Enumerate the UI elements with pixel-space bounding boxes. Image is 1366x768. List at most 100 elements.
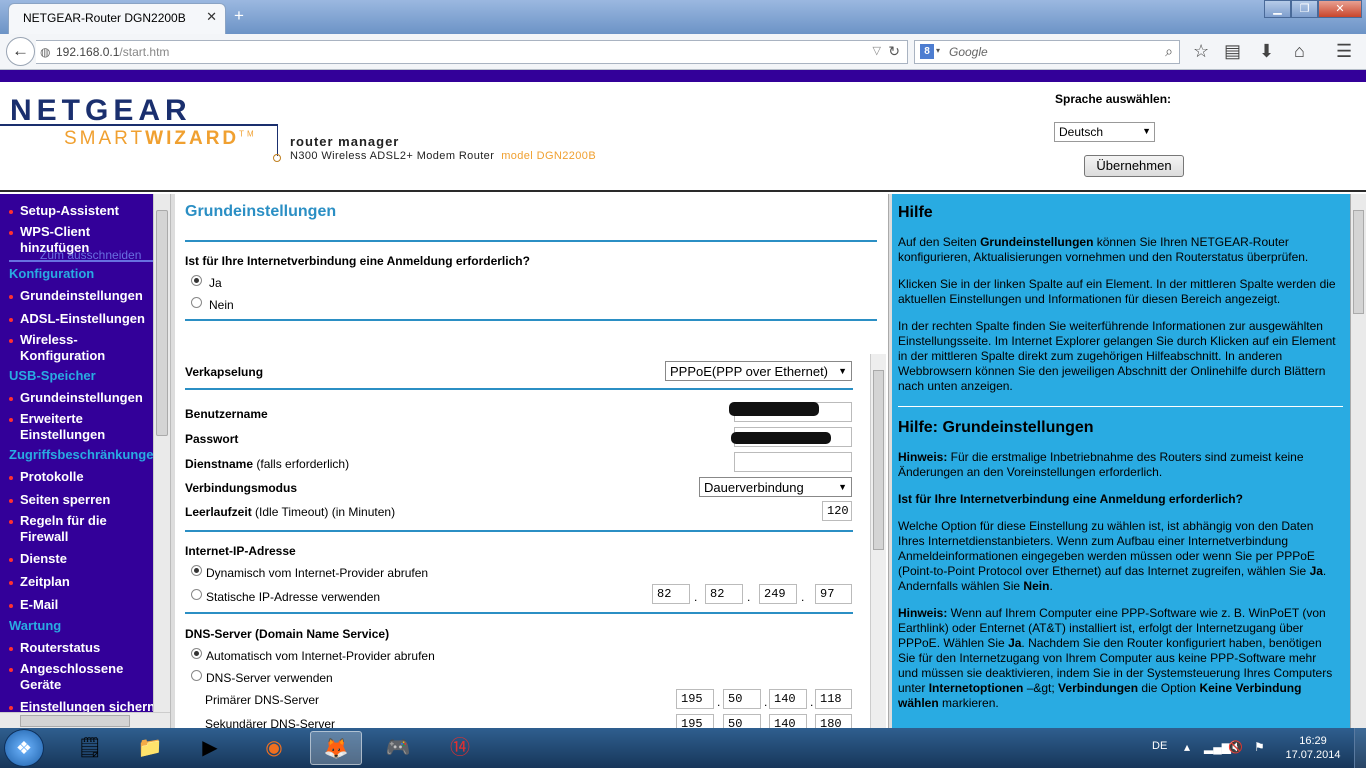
- dns-auto-radio[interactable]: [191, 648, 202, 659]
- ip-octet-4[interactable]: 97: [815, 584, 852, 604]
- ip-dot: .: [810, 695, 814, 709]
- main-scrollbar[interactable]: [870, 354, 886, 728]
- browser-tab[interactable]: NETGEAR-Router DGN2200B ✕: [8, 3, 226, 34]
- login-no-radio[interactable]: [191, 297, 202, 308]
- bullet-icon: [9, 210, 13, 214]
- minimize-icon[interactable]: ▁: [1264, 0, 1291, 18]
- start-button[interactable]: ❖: [4, 729, 44, 767]
- home-icon[interactable]: ⌂: [1294, 41, 1305, 62]
- login-question: Ist für Ihre Internetverbindung eine Anm…: [185, 254, 530, 268]
- globe-icon: ◍: [40, 45, 51, 59]
- origin-icon[interactable]: ◉: [248, 731, 300, 765]
- network-icon[interactable]: ▂▄▆: [1204, 740, 1231, 754]
- maximize-icon[interactable]: ❐: [1291, 0, 1318, 18]
- url-dropdown-icon[interactable]: ▽: [873, 44, 881, 57]
- conn-mode-value: Dauerverbindung: [704, 480, 804, 495]
- menu-item-seiten-sperren[interactable]: Seiten sperren: [9, 492, 153, 508]
- close-window-icon[interactable]: ✕: [1318, 0, 1362, 18]
- help-scrollbar[interactable]: [1350, 194, 1366, 728]
- dns-manual-radio[interactable]: [191, 670, 202, 681]
- download-icon[interactable]: ⬇: [1259, 41, 1274, 62]
- ip-static-radio[interactable]: [191, 589, 202, 600]
- idle-input[interactable]: 120: [822, 501, 852, 521]
- window-controls: ▁ ❐ ✕: [1264, 0, 1362, 18]
- menu-item-usb-erweitert[interactable]: Erweiterte Einstellungen: [9, 411, 109, 443]
- menu-item-adsl[interactable]: ADSL-Einstellungen: [9, 311, 153, 327]
- menu-item-routerstatus[interactable]: Routerstatus: [9, 640, 153, 656]
- menu-item-protokolle[interactable]: Protokolle: [9, 469, 153, 485]
- close-tab-icon[interactable]: ✕: [206, 9, 217, 25]
- password-label: Passwort: [185, 432, 239, 446]
- bullet-icon: [9, 647, 13, 651]
- firefox-icon[interactable]: 🦊: [310, 731, 362, 765]
- menu-item-usb-grundeinstellungen[interactable]: Grundeinstellungen: [9, 390, 153, 406]
- dns1-octet-2[interactable]: 50: [723, 689, 761, 709]
- encaps-select[interactable]: PPPoE(PPP over Ethernet) ▼: [665, 361, 852, 381]
- dns1-octet-1[interactable]: 195: [676, 689, 714, 709]
- menu-icon[interactable]: ☰: [1336, 41, 1352, 62]
- scroll-thumb[interactable]: [156, 210, 168, 436]
- menu-section-wartung: Wartung: [9, 618, 62, 633]
- magnifier-icon[interactable]: ⌕: [1165, 43, 1173, 60]
- bullet-icon: [9, 397, 13, 401]
- app-14-icon[interactable]: ⑭: [434, 731, 486, 765]
- dns1-octet-4[interactable]: 118: [815, 689, 852, 709]
- show-desktop-button[interactable]: [1354, 728, 1366, 768]
- search-engine-icon[interactable]: 8: [920, 44, 934, 59]
- bullet-icon: [9, 231, 13, 235]
- left-menu-hscrollbar[interactable]: [0, 712, 170, 728]
- ip-octet-1[interactable]: 82: [652, 584, 690, 604]
- help-paragraph: Klicken Sie in der linken Spalte auf ein…: [898, 277, 1336, 306]
- media-player-icon[interactable]: ▶: [184, 731, 236, 765]
- help-paragraph: Auf den Seiten Grundeinstellungen können…: [898, 235, 1309, 264]
- url-bar[interactable]: ◍ 192.168.0.1/start.htm ▽ ↻: [36, 40, 908, 64]
- scroll-thumb[interactable]: [873, 370, 884, 550]
- menu-item-email[interactable]: E-Mail: [9, 597, 153, 613]
- search-box[interactable]: 8 ▾ Google ⌕: [914, 40, 1180, 64]
- help-title: Hilfe: [898, 204, 933, 221]
- bookmarks-list-icon[interactable]: ▤: [1224, 41, 1241, 62]
- ip-octet-2[interactable]: 82: [705, 584, 743, 604]
- tab-title: NETGEAR-Router DGN2200B: [23, 11, 186, 25]
- clock[interactable]: 16:29 17.07.2014: [1280, 734, 1346, 762]
- ip-octet-3[interactable]: 249: [759, 584, 797, 604]
- tray-expand-icon[interactable]: ▴: [1184, 740, 1190, 754]
- conn-mode-select[interactable]: Dauerverbindung ▼: [699, 477, 852, 497]
- dns2-octet-3[interactable]: 140: [769, 714, 807, 728]
- menu-item-firewall-regeln[interactable]: Regeln für die Firewall: [9, 513, 109, 545]
- file-explorer-icon[interactable]: 📁: [124, 731, 176, 765]
- game-controller-icon[interactable]: 🎮: [372, 731, 424, 765]
- back-arrow-icon[interactable]: ←: [6, 37, 35, 66]
- scroll-thumb[interactable]: [20, 715, 130, 727]
- menu-item-wireless[interactable]: Wireless-Konfiguration: [9, 332, 109, 364]
- dns-manual-label: DNS-Server verwenden: [206, 671, 333, 685]
- menu-item-dienste[interactable]: Dienste: [9, 551, 153, 567]
- volume-muted-icon[interactable]: 🔇: [1228, 740, 1243, 754]
- ip-heading: Internet-IP-Adresse: [185, 544, 296, 558]
- apply-language-button[interactable]: Übernehmen: [1084, 155, 1184, 177]
- menu-item-geraete[interactable]: Angeschlossene Geräte: [9, 661, 123, 693]
- action-center-icon[interactable]: ⚑: [1254, 740, 1265, 754]
- scroll-thumb[interactable]: [1353, 210, 1364, 314]
- dns2-octet-1[interactable]: 195: [676, 714, 714, 728]
- dns1-octet-3[interactable]: 140: [769, 689, 807, 709]
- menu-item-zeitplan[interactable]: Zeitplan: [9, 574, 153, 590]
- left-menu-scrollbar[interactable]: [153, 194, 170, 714]
- new-tab-icon[interactable]: +: [234, 6, 244, 26]
- menu-item-setup-assistant[interactable]: Setup-Assistent: [9, 203, 153, 219]
- ip-dynamic-radio[interactable]: [191, 565, 202, 576]
- menu-item-grundeinstellungen[interactable]: Grundeinstellungen: [9, 288, 153, 304]
- service-input[interactable]: [734, 452, 852, 472]
- engine-dropdown-icon[interactable]: ▾: [936, 46, 940, 55]
- reload-icon[interactable]: ↻: [888, 43, 900, 60]
- browser-navbar: ← ◍ 192.168.0.1/start.htm ▽ ↻ 8 ▾ Google…: [0, 34, 1366, 70]
- logo-dot: [273, 154, 281, 162]
- dns2-octet-2[interactable]: 50: [723, 714, 761, 728]
- bookmark-star-icon[interactable]: ☆: [1193, 41, 1209, 62]
- language-select[interactable]: Deutsch ▼: [1054, 122, 1155, 142]
- login-no-label: Nein: [209, 298, 234, 312]
- input-language[interactable]: DE: [1152, 740, 1167, 752]
- dns2-octet-4[interactable]: 180: [815, 714, 852, 728]
- sticky-notes-icon[interactable]: 🗒: [64, 731, 116, 765]
- login-yes-radio[interactable]: [191, 275, 202, 286]
